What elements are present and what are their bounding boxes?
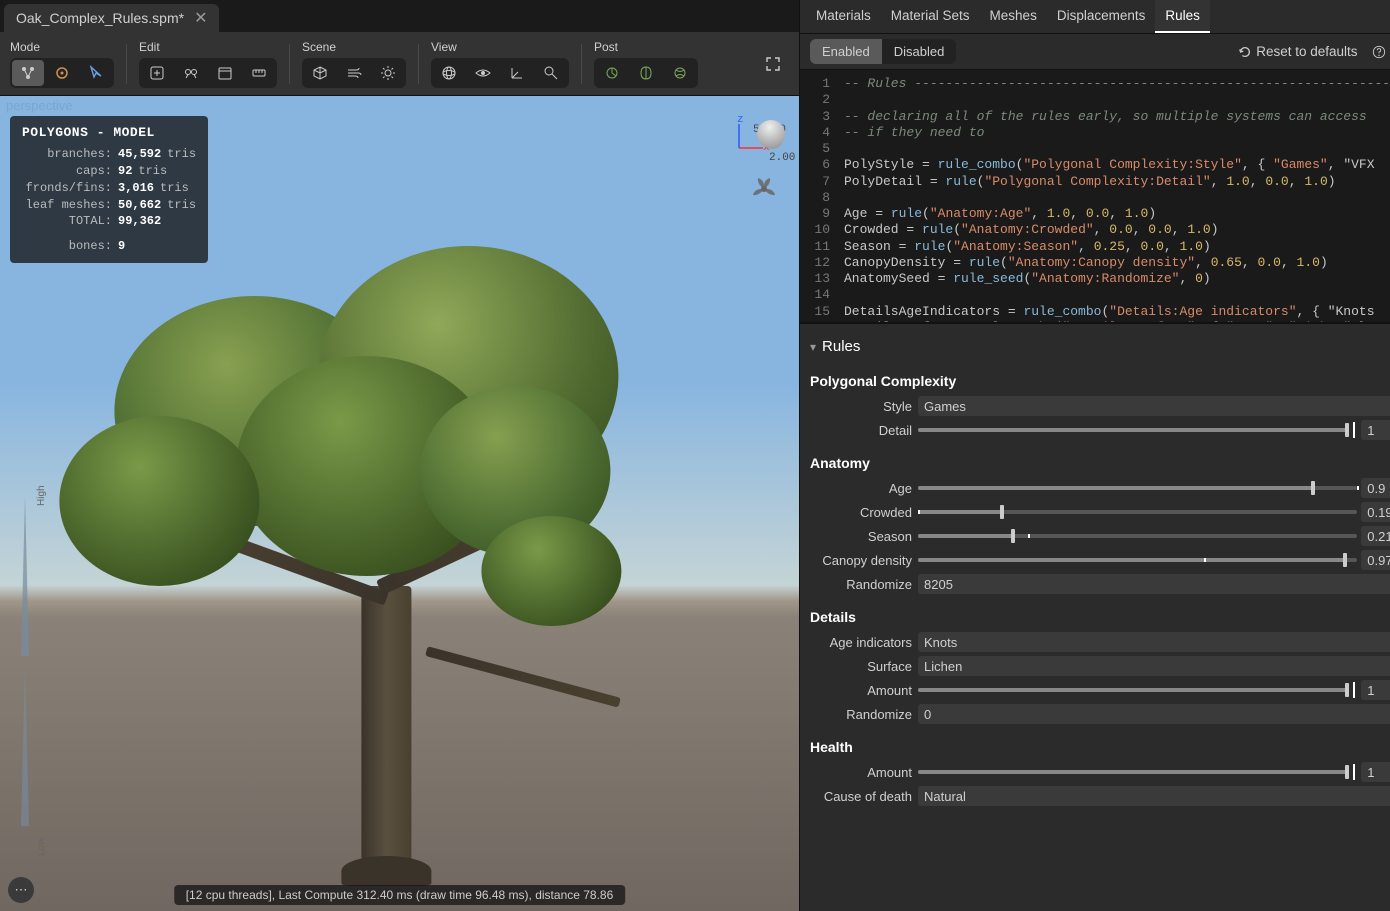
help-icon [1372, 45, 1386, 59]
mode-node-button[interactable] [46, 60, 78, 86]
status-bar: [12 cpu threads], Last Compute 312.40 ms… [174, 885, 626, 905]
reset-defaults-button[interactable]: Reset to defaults [1238, 44, 1357, 59]
enabled-button[interactable]: Enabled [810, 39, 882, 64]
crowded-slider[interactable] [918, 510, 1357, 514]
right-panel-tabs: Materials Material Sets Meshes Displacem… [800, 0, 1390, 34]
help-button[interactable]: Help [1372, 44, 1390, 59]
tab-rules[interactable]: Rules [1155, 0, 1210, 33]
disabled-button[interactable]: Disabled [882, 39, 957, 64]
rules-properties: ▾ Rules Polygonal Complexity Style Games… [800, 324, 1390, 911]
tab-material-sets[interactable]: Material Sets [881, 0, 980, 33]
edit-label: Edit [139, 40, 277, 54]
age-value[interactable]: 0.9 [1361, 478, 1390, 498]
eye-button[interactable] [467, 60, 499, 86]
anatomy-randomize-input[interactable]: 8205 [918, 574, 1390, 594]
file-tab-label: Oak_Complex_Rules.spm* [16, 10, 184, 26]
viewport[interactable]: perspective POLYGONS - MODEL b [0, 96, 799, 911]
group-polygonal: Polygonal Complexity [810, 361, 1390, 395]
details-amount-slider[interactable] [918, 688, 1347, 692]
close-icon[interactable]: ✕ [194, 8, 207, 28]
mode-select-button[interactable] [80, 60, 112, 86]
file-tab[interactable]: Oak_Complex_Rules.spm* ✕ [4, 4, 219, 32]
fullscreen-button[interactable] [757, 51, 789, 77]
tab-materials[interactable]: Materials [806, 0, 881, 33]
age-slider[interactable] [918, 486, 1357, 490]
tab-displacements[interactable]: Displacements [1047, 0, 1156, 33]
post-pie-button[interactable] [596, 60, 628, 86]
details-amount-value[interactable]: 1 [1361, 680, 1390, 700]
tab-meshes[interactable]: Meshes [980, 0, 1047, 33]
projection-label: perspective [6, 98, 72, 113]
group-health: Health [810, 727, 1390, 761]
zoom-button[interactable] [535, 60, 567, 86]
post-globe-button[interactable] [664, 60, 696, 86]
globe-button[interactable] [433, 60, 465, 86]
group-anatomy: Anatomy [810, 443, 1390, 477]
mode-label: Mode [10, 40, 114, 54]
rules-code-editor[interactable]: 12345678910111213141516 -- Rules -------… [800, 70, 1390, 324]
age-indicators-combo[interactable]: Knots▾ [918, 632, 1390, 652]
line-gutter: 12345678910111213141516 [800, 70, 838, 322]
post-label: Post [594, 40, 698, 54]
scene-label: Scene [302, 40, 406, 54]
height-scale: High Low [14, 496, 36, 871]
season-value[interactable]: 0.216 [1361, 526, 1390, 546]
group-details: Details [810, 597, 1390, 631]
cube-button[interactable] [304, 60, 336, 86]
viewport-options-button[interactable]: ⋯ [8, 877, 34, 903]
health-amount-slider[interactable] [918, 770, 1347, 774]
main-toolbar: Mode Edit Scene [0, 32, 799, 96]
file-tab-bar: Oak_Complex_Rules.spm* ✕ [0, 0, 799, 32]
find-button[interactable] [175, 60, 207, 86]
fan-icon[interactable] [751, 176, 777, 202]
style-combo[interactable]: Games▾ [918, 396, 1390, 416]
mode-generator-button[interactable] [12, 60, 44, 86]
cause-of-death-combo[interactable]: Natural▾ [918, 786, 1390, 806]
axes-button[interactable] [501, 60, 533, 86]
crowded-value[interactable]: 0.191 [1361, 502, 1390, 522]
detail-slider[interactable] [918, 428, 1347, 432]
calendar-button[interactable] [209, 60, 241, 86]
tree-model [46, 216, 726, 911]
wind-button[interactable] [338, 60, 370, 86]
surface-combo[interactable]: Lichen▾ [918, 656, 1390, 676]
light-button[interactable] [372, 60, 404, 86]
health-amount-value[interactable]: 1 [1361, 762, 1390, 782]
canopy-value[interactable]: 0.972 [1361, 550, 1390, 570]
details-randomize-input[interactable]: 0 [918, 704, 1390, 724]
season-slider[interactable] [918, 534, 1357, 538]
stats-title: POLYGONS - MODEL [22, 124, 196, 142]
measure-button[interactable] [243, 60, 275, 86]
code-body[interactable]: -- Rules -------------------------------… [838, 70, 1390, 322]
undo-icon [1238, 45, 1252, 59]
post-leaf-button[interactable] [630, 60, 662, 86]
chevron-down-icon: ▾ [810, 340, 816, 354]
detail-value[interactable]: 1 [1361, 420, 1390, 440]
rules-toolbar: Enabled Disabled Reset to defaults Help [800, 34, 1390, 70]
polygon-stats-overlay: POLYGONS - MODEL branches:45,592 tris ca… [10, 116, 208, 263]
add-button[interactable] [141, 60, 173, 86]
view-label: View [431, 40, 569, 54]
rules-section-header[interactable]: ▾ Rules [810, 332, 1390, 361]
canopy-slider[interactable] [918, 558, 1357, 562]
